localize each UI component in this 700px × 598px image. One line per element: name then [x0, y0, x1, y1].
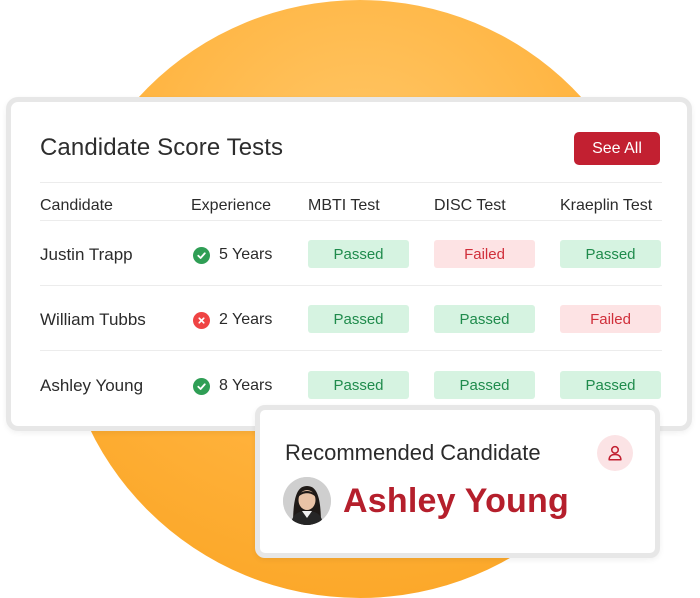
divider: [40, 285, 662, 286]
header-kraeplin: Kraeplin Test: [560, 197, 653, 214]
recommended-title: Recommended Candidate: [285, 440, 541, 465]
user-icon[interactable]: [597, 435, 633, 471]
divider: [40, 350, 662, 351]
mbti-status-badge: Passed: [308, 240, 409, 268]
header-experience: Experience: [191, 197, 272, 214]
see-all-button[interactable]: See All: [574, 132, 660, 165]
kraeplin-status-badge: Passed: [560, 240, 661, 268]
candidate-score-card: Candidate Score Tests See All Candidate …: [6, 97, 692, 431]
check-icon: [193, 246, 210, 264]
check-icon: [193, 377, 210, 395]
experience-cell: 2 Years: [193, 290, 272, 350]
disc-status-badge: Failed: [434, 240, 535, 268]
recommended-candidate-card: Recommended Candidate Ashley Young: [255, 405, 660, 558]
experience-value: 8 Years: [219, 377, 273, 394]
mbti-status-badge: Passed: [308, 371, 409, 399]
candidate-name: William Tubbs: [40, 310, 146, 329]
avatar: [283, 477, 331, 525]
experience-cell: 5 Years: [193, 225, 272, 285]
divider: [40, 182, 662, 183]
experience-value: 5 Years: [219, 246, 273, 263]
header-candidate: Candidate: [40, 197, 113, 214]
disc-status-badge: Passed: [434, 305, 535, 333]
kraeplin-status-badge: Failed: [560, 305, 661, 333]
experience-value: 2 Years: [219, 311, 273, 328]
card-title: Candidate Score Tests: [40, 134, 284, 161]
table-row: William Tubbs 2 Years Passed Passed Fail…: [11, 290, 687, 350]
candidate-name: Ashley Young: [40, 376, 144, 395]
table-row: Justin Trapp 5 Years Passed Failed Passe…: [11, 225, 687, 285]
mbti-status-badge: Passed: [308, 305, 409, 333]
kraeplin-status-badge: Passed: [560, 371, 661, 399]
disc-status-badge: Passed: [434, 371, 535, 399]
candidate-name: Justin Trapp: [40, 245, 133, 264]
x-icon: [193, 311, 210, 329]
recommended-name: Ashley Young: [343, 482, 569, 520]
header-disc: DISC Test: [434, 197, 506, 214]
divider: [40, 220, 662, 221]
header-mbti: MBTI Test: [308, 197, 380, 214]
